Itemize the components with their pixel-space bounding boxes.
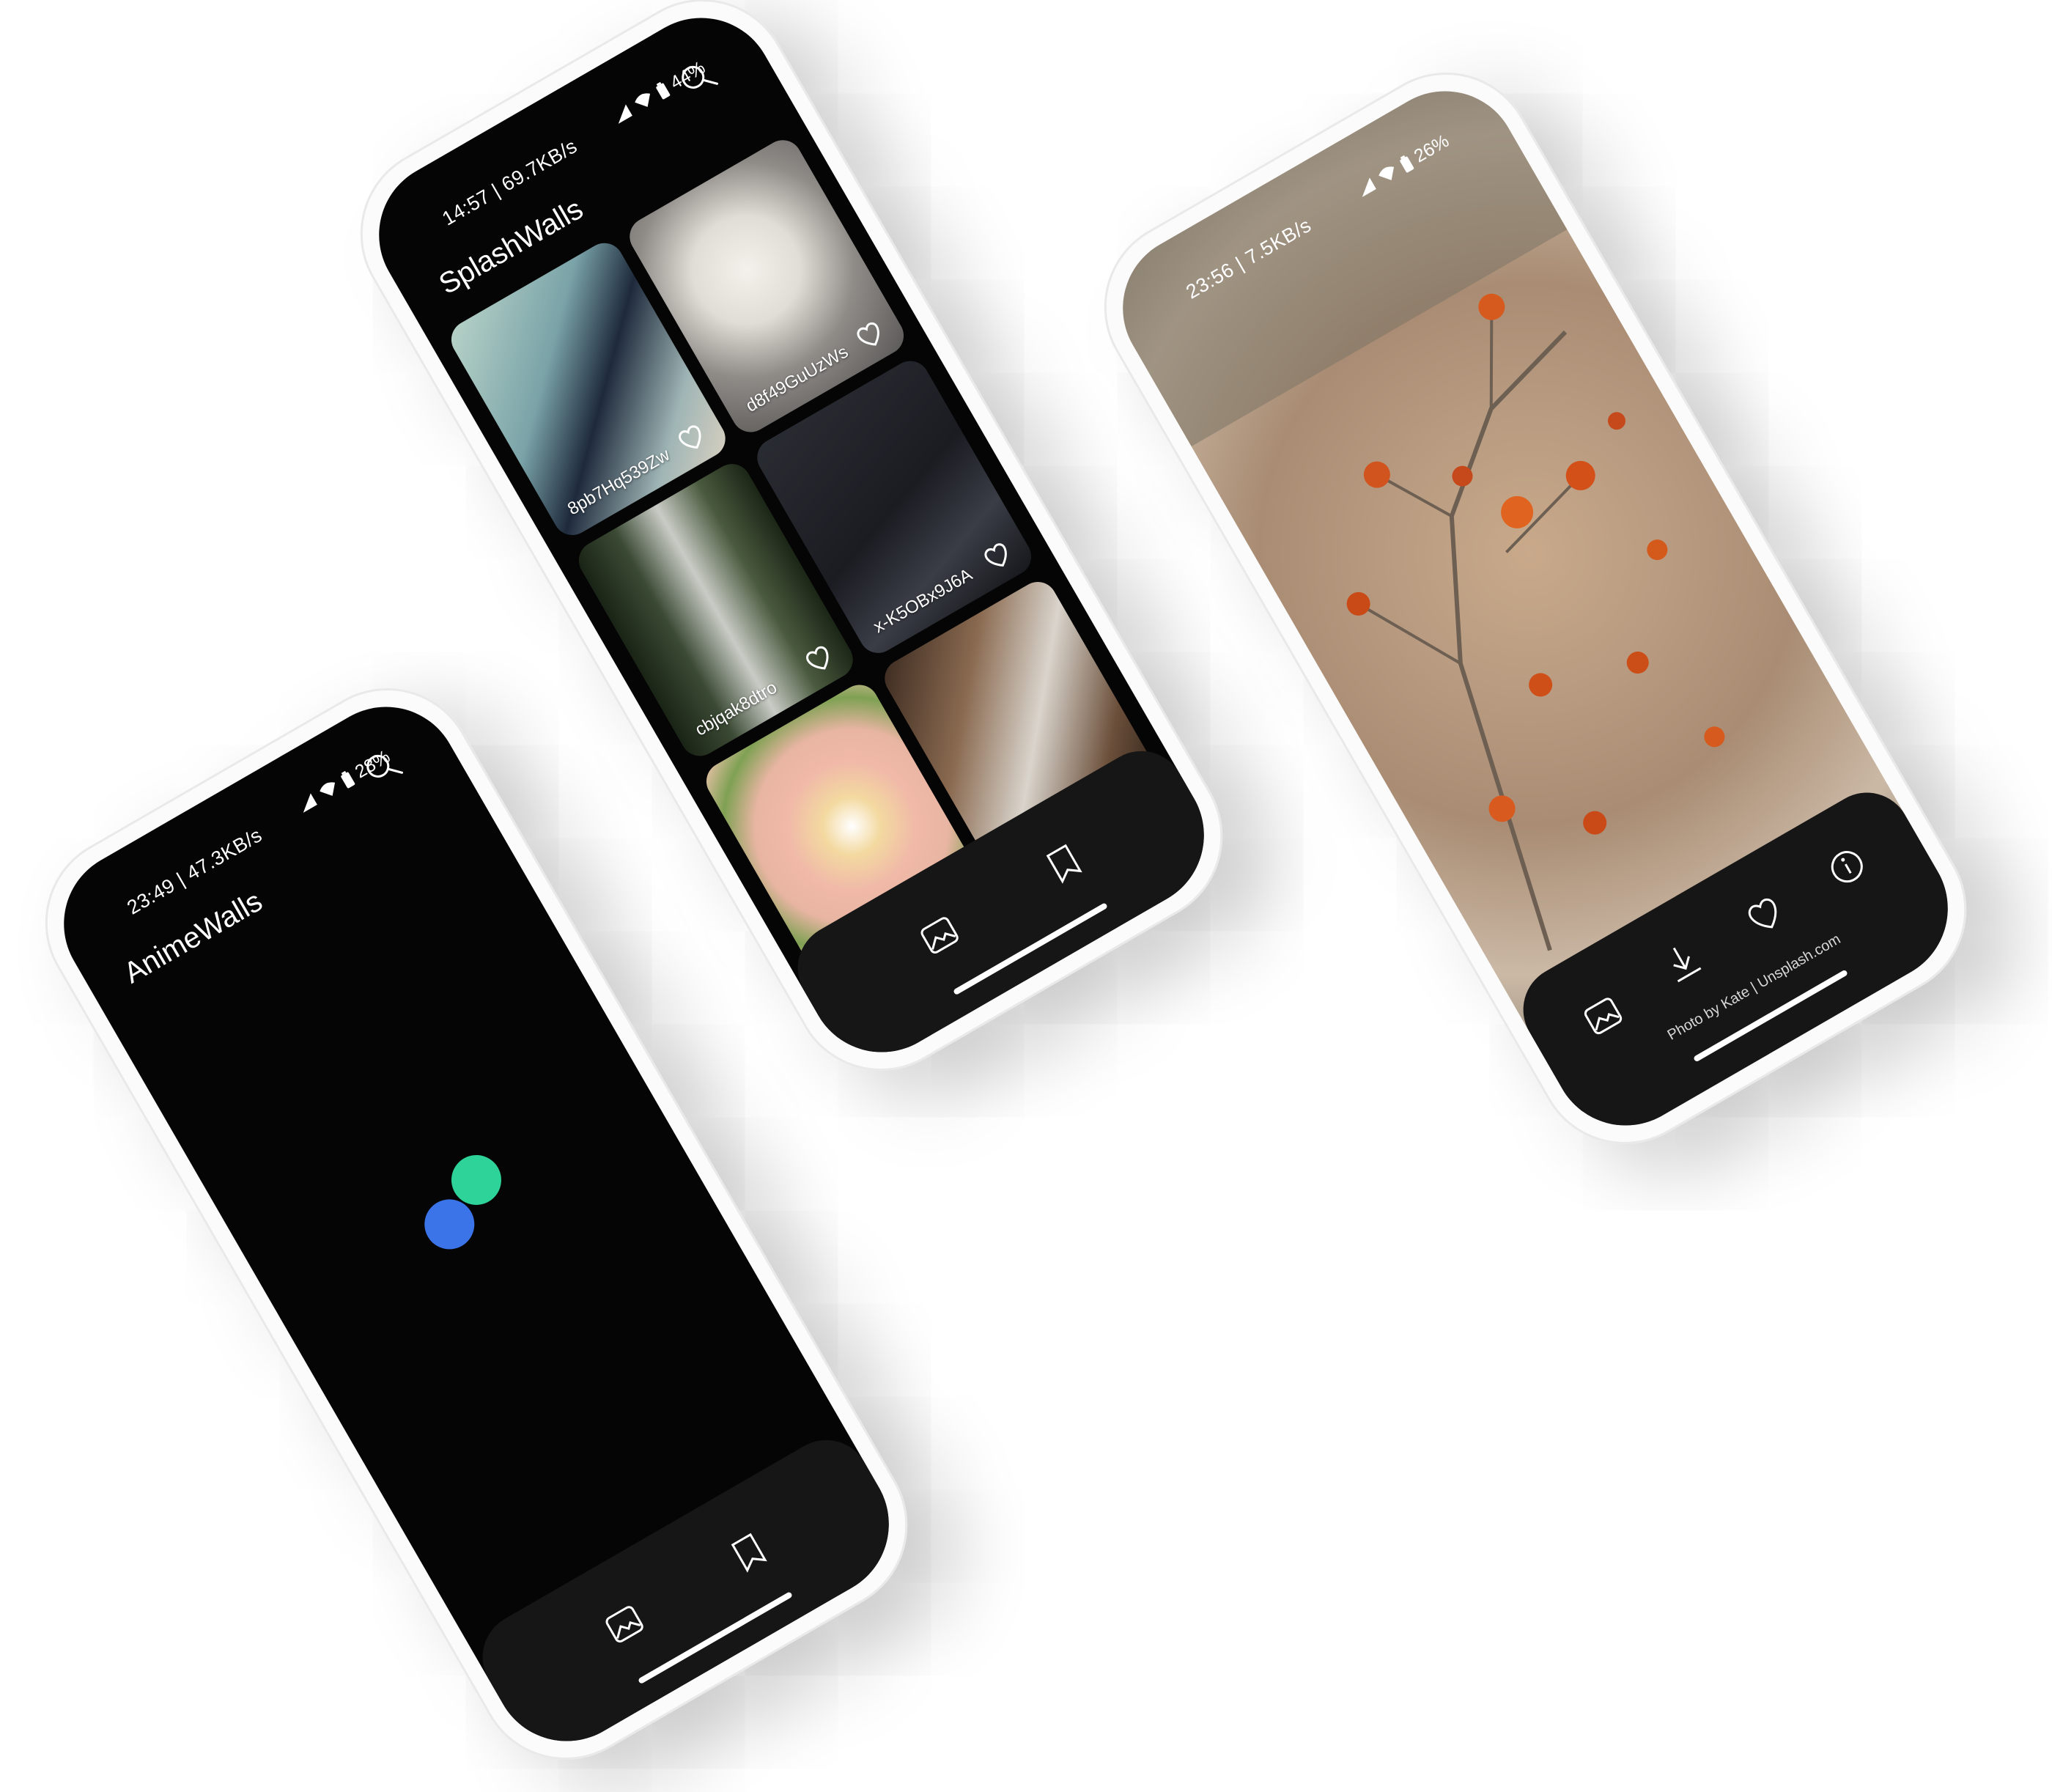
loading-indicator: [403, 1143, 528, 1258]
wifi-icon: [319, 781, 335, 796]
wifi-icon: [1378, 166, 1394, 180]
heart-icon[interactable]: [671, 417, 712, 459]
signal-icon: [303, 792, 317, 813]
download-icon[interactable]: [1654, 934, 1710, 989]
info-icon[interactable]: [1819, 838, 1875, 894]
battery-icon: [1400, 155, 1414, 173]
battery-percent: 26%: [1410, 130, 1453, 167]
signal-icon: [1362, 177, 1376, 197]
heart-icon[interactable]: [976, 535, 1018, 577]
detail-screen: 23:56 | 7.5KB/s 26% Photo by Kate | Unsp…: [1096, 64, 1975, 1153]
heart-icon[interactable]: [1736, 886, 1792, 942]
signal-icon: [618, 103, 632, 124]
wallpaper-id: cbjqak8dtro: [691, 677, 780, 740]
home-indicator[interactable]: [638, 1591, 793, 1685]
bookmark-icon[interactable]: [721, 1524, 777, 1580]
battery-icon: [341, 770, 355, 789]
heart-icon[interactable]: [849, 314, 890, 355]
bookmark-icon[interactable]: [1036, 836, 1092, 891]
bottom-nav: [466, 1423, 916, 1769]
heart-icon[interactable]: [798, 638, 840, 679]
image-icon[interactable]: [912, 907, 967, 963]
battery-icon: [656, 81, 670, 100]
image-icon[interactable]: [1575, 988, 1631, 1044]
image-icon[interactable]: [597, 1596, 652, 1652]
wifi-icon: [634, 92, 650, 107]
detail-phone: 23:56 | 7.5KB/s 26% Photo by Kate | Unsp…: [1071, 40, 1999, 1176]
home-indicator[interactable]: [953, 902, 1108, 996]
